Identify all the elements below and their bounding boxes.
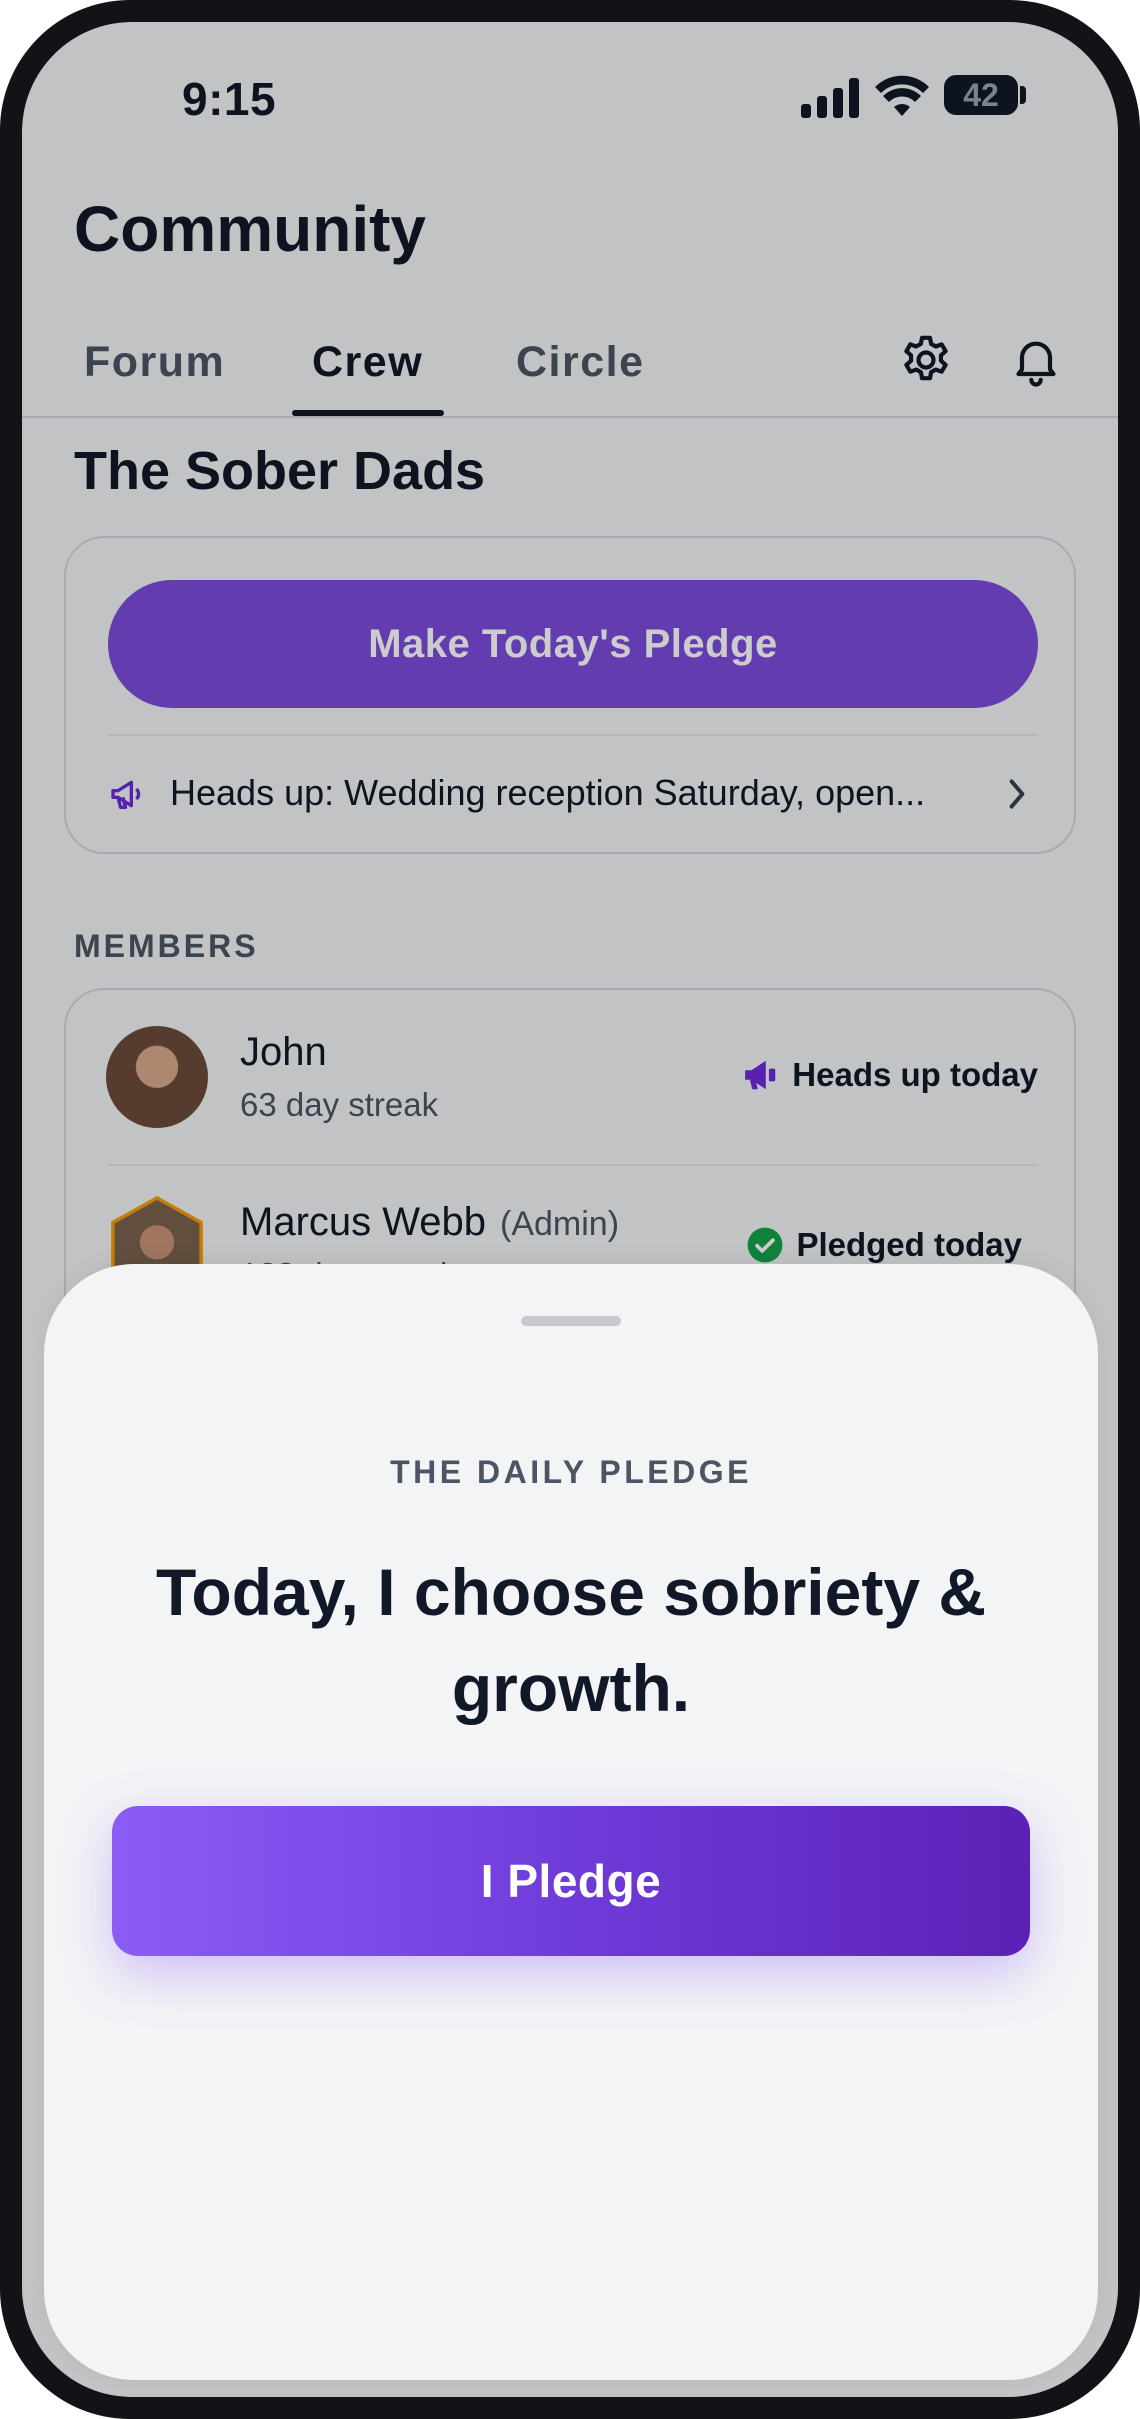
bell-icon[interactable] bbox=[1008, 332, 1064, 388]
members-section-label: MEMBERS bbox=[74, 928, 259, 964]
chevron-right-icon bbox=[1009, 779, 1025, 809]
megaphone-icon bbox=[745, 1060, 776, 1090]
tab-circle[interactable]: Circle bbox=[516, 338, 645, 387]
divider bbox=[108, 1164, 1038, 1166]
member-name-text: Marcus Webb bbox=[240, 1200, 487, 1244]
make-pledge-button[interactable]: Make Today's Pledge bbox=[108, 580, 1038, 708]
battery-icon: 42 bbox=[944, 75, 1018, 115]
battery-nub bbox=[1020, 86, 1026, 104]
member-row[interactable]: John 63 day streak Heads up today bbox=[106, 1026, 1038, 1156]
pledge-card: Make Today's Pledge Heads up: Wedding re… bbox=[64, 536, 1076, 854]
megaphone-icon bbox=[111, 780, 141, 809]
phone-frame: 9:15 42 Community Forum Crew Circle The … bbox=[0, 0, 1140, 2419]
active-tab-indicator bbox=[292, 410, 444, 416]
check-circle-icon bbox=[748, 1227, 783, 1263]
tab-forum[interactable]: Forum bbox=[84, 338, 225, 387]
tab-bar: Forum Crew Circle bbox=[22, 322, 1118, 418]
heads-up-row[interactable]: Heads up: Wedding reception Saturday, op… bbox=[108, 760, 1038, 826]
member-name: John bbox=[240, 1030, 327, 1074]
status-time: 9:15 bbox=[182, 73, 277, 125]
member-status-text: Heads up today bbox=[792, 1056, 1038, 1093]
sheet-grabber[interactable] bbox=[521, 1316, 621, 1326]
member-status-text: Pledged today bbox=[796, 1226, 1022, 1263]
divider bbox=[108, 734, 1038, 736]
pledge-statement: Today, I choose sobriety & growth. bbox=[155, 1555, 987, 1725]
screen: 9:15 42 Community Forum Crew Circle The … bbox=[22, 22, 1118, 2397]
sheet-kicker: THE DAILY PLEDGE bbox=[390, 1454, 752, 1490]
member-streak: 63 day streak bbox=[240, 1086, 439, 1123]
i-pledge-button[interactable]: I Pledge bbox=[112, 1806, 1030, 1956]
wifi-icon bbox=[875, 75, 929, 116]
crew-title: The Sober Dads bbox=[74, 441, 486, 501]
admin-badge: (Admin) bbox=[500, 1205, 620, 1243]
member-name: Marcus Webb (Admin) bbox=[240, 1200, 619, 1245]
signal-icon bbox=[801, 78, 861, 118]
tab-crew[interactable]: Crew bbox=[312, 338, 423, 387]
heads-up-text: Heads up: Wedding reception Saturday, op… bbox=[170, 772, 926, 813]
member-status: Heads up today bbox=[742, 1056, 1038, 1102]
page-title: Community bbox=[74, 193, 426, 265]
gear-icon[interactable] bbox=[898, 332, 954, 388]
avatar bbox=[106, 1026, 208, 1128]
pledge-sheet: THE DAILY PLEDGE Today, I choose sobriet… bbox=[44, 1264, 1098, 2380]
